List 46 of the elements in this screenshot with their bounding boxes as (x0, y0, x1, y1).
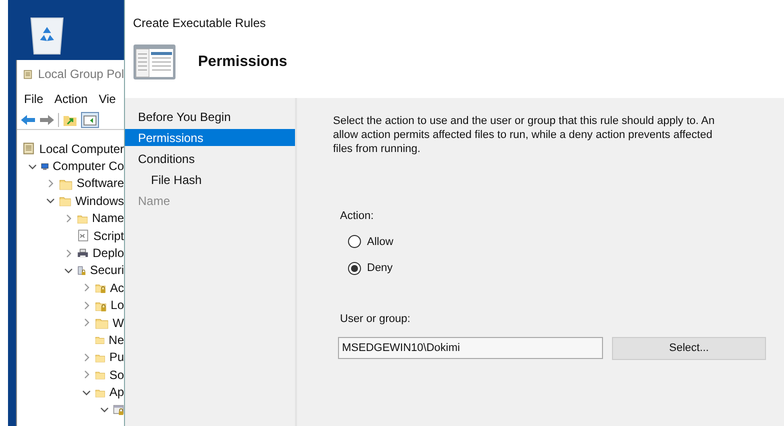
collapse-chevron-icon[interactable] (28, 162, 37, 171)
radio-button[interactable] (348, 262, 361, 275)
wizard-step[interactable]: Permissions (125, 129, 295, 146)
tree-item[interactable]: Deplo (92, 244, 124, 262)
tree-item[interactable]: Ap (109, 383, 124, 402)
tree-item[interactable]: Pu (109, 348, 124, 366)
radio-label[interactable]: Deny (367, 260, 393, 276)
window-title: Local Group Pol (38, 66, 124, 83)
wizard-step[interactable]: Before You Begin (125, 108, 295, 125)
user-group-label: User or group: (340, 312, 412, 326)
menu-item[interactable]: Action (54, 90, 88, 108)
window-panes-icon (133, 44, 176, 80)
tree-item[interactable]: Computer Co (52, 157, 124, 176)
tree-item[interactable]: Software (76, 174, 124, 192)
forward-arrow-icon[interactable] (39, 112, 55, 126)
tree-item[interactable]: Securi (90, 261, 124, 280)
tree-item[interactable]: W (112, 314, 124, 332)
console-tree-icon[interactable] (81, 112, 99, 128)
script-icon (77, 228, 90, 244)
tree-item[interactable]: Script (93, 226, 124, 245)
menu-item[interactable]: File (24, 90, 44, 108)
radio-button[interactable] (348, 235, 361, 248)
wizard-step[interactable]: Conditions (125, 150, 295, 167)
tree-item[interactable]: Ac (110, 278, 124, 297)
expand-chevron-icon[interactable] (46, 178, 55, 188)
expand-chevron-icon[interactable] (64, 214, 73, 223)
tree-item[interactable]: Lo (110, 296, 124, 314)
collapse-chevron-icon[interactable] (64, 266, 73, 275)
page-heading: Permissions (198, 52, 288, 72)
tree-item[interactable]: Name (92, 209, 124, 228)
back-arrow-icon[interactable] (20, 112, 36, 126)
radio-label[interactable]: Allow (367, 234, 394, 250)
tree-item[interactable]: Windows (75, 192, 124, 210)
description-text: Select the action to use and the user or group that this rule should apply to. An allow action permits affected files to run, while a deny action prevents affected files from running. (333, 114, 716, 156)
dialog-title: Create Executable Rules (132, 15, 267, 32)
tree-item[interactable]: So (109, 366, 124, 384)
tree-item[interactable]: Ne (108, 331, 124, 349)
tree-item[interactable]: Local Computer (39, 140, 124, 158)
wizard-step[interactable]: File Hash (125, 171, 295, 188)
expand-chevron-icon[interactable] (64, 248, 73, 258)
user-group-field[interactable]: MSEDGEWIN10\Dokimi (338, 337, 603, 359)
menu-item[interactable]: Vie (98, 90, 116, 108)
action-label: Action: (340, 209, 375, 224)
collapse-chevron-icon[interactable] (46, 196, 55, 206)
scroll-icon (21, 141, 36, 156)
select-button[interactable]: Select... (612, 337, 766, 360)
